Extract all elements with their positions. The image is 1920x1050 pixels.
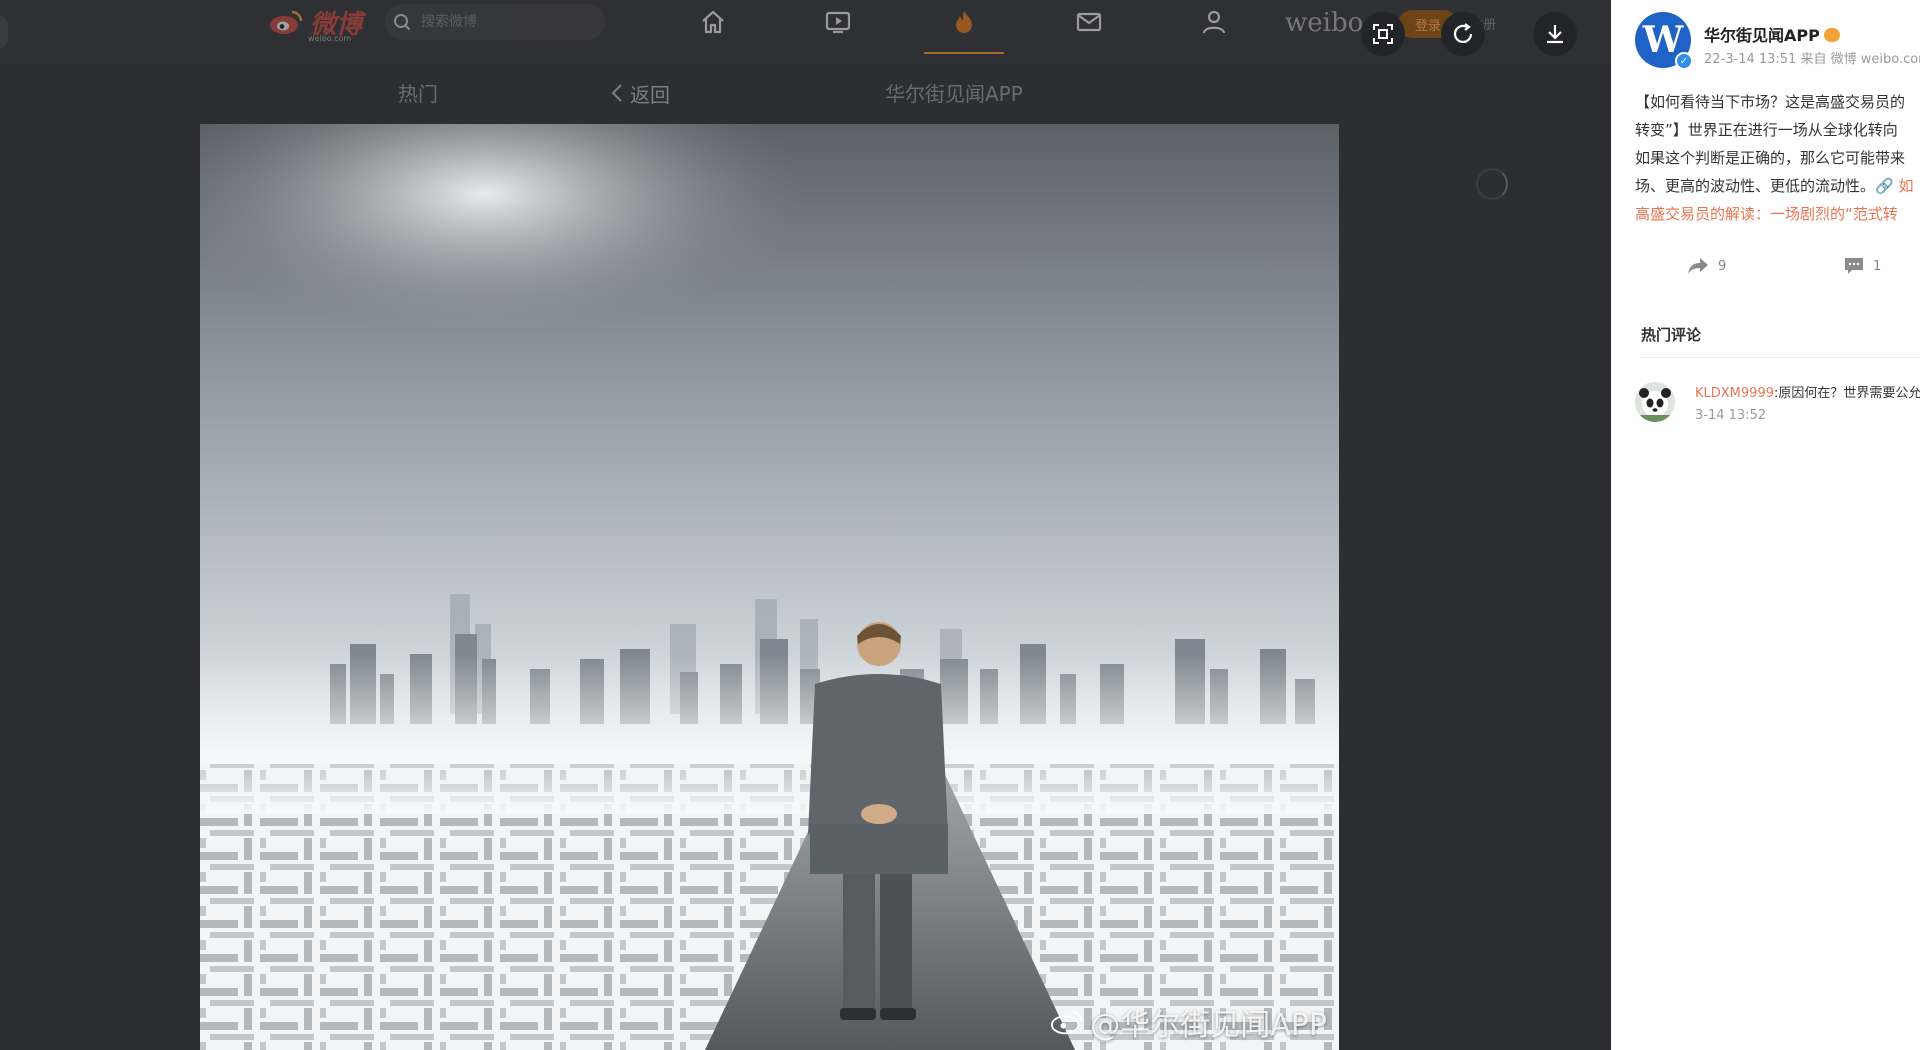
search-box[interactable]: [385, 4, 605, 40]
user-icon[interactable]: [1198, 6, 1230, 38]
post-line: 场、更高的波动性、更低的流动性。🔗 如: [1635, 172, 1920, 200]
post-line: 【如何看待当下市场？这是高盛交易员的: [1635, 93, 1906, 111]
member-badge-icon: [1823, 28, 1840, 42]
back-button[interactable]: 返回: [610, 78, 670, 108]
download-icon: [1547, 25, 1563, 44]
subnav-author[interactable]: 华尔街见闻APP: [885, 78, 1023, 108]
comment-time: 3-14 13:52: [1695, 408, 1767, 423]
weibo-watermark-icon: [1051, 1011, 1083, 1035]
post-inline-link[interactable]: 🔗 如: [1875, 177, 1913, 195]
image-viewer: 微博 weibo.com weibo 登录 注册: [0, 0, 1611, 1050]
post-detail-panel: W ✓ 华尔街见闻APP 22-3-14 13:51 来自 微博 weibo.c…: [1611, 0, 1920, 1050]
repost-icon: [1688, 258, 1708, 274]
comment-item: KLDXM9999:原因何在？世界需要公允 3-14 13:52: [1635, 378, 1920, 428]
chevron-left-icon: [611, 84, 622, 102]
verified-badge-icon: ✓: [1675, 52, 1693, 70]
home-icon[interactable]: [697, 6, 729, 38]
author-row: W ✓ 华尔街见闻APP 22-3-14 13:51 来自 微博 weibo.c…: [1635, 12, 1920, 72]
post-meta: 22-3-14 13:51 来自 微博 weibo.com: [1704, 52, 1920, 67]
subnav-hot[interactable]: 热门: [398, 78, 438, 108]
commenter-avatar[interactable]: [1635, 382, 1675, 422]
watermark-text: @华尔街见闻APP: [1090, 1008, 1327, 1043]
back-label: 返回: [630, 82, 670, 107]
divider: [1641, 357, 1920, 358]
rotate-icon: [1453, 23, 1473, 43]
weibo-wordmark: weibo: [1285, 8, 1364, 38]
fullscreen-icon: [1373, 24, 1393, 44]
author-name[interactable]: 华尔街见闻APP: [1704, 22, 1840, 46]
author-name-text: 华尔街见闻APP: [1704, 26, 1820, 45]
collapse-handle[interactable]: [0, 14, 8, 50]
post-link[interactable]: 高盛交易员的解读：一场剧烈的“范式转: [1635, 200, 1920, 228]
video-icon[interactable]: [822, 6, 854, 38]
weibo-eye-icon: [270, 10, 303, 34]
search-icon: [394, 14, 411, 31]
comment-icon: [1845, 258, 1863, 274]
hot-fire-icon[interactable]: [948, 6, 980, 38]
loading-spinner: [1476, 168, 1508, 200]
comment-line: KLDXM9999:原因何在？世界需要公允: [1695, 382, 1920, 401]
mail-icon[interactable]: [1073, 6, 1105, 38]
search-input[interactable]: [419, 13, 579, 31]
post-text: 【如何看待当下市场？这是高盛交易员的 转变”】世界正在进行一场从全球化转向 如果…: [1635, 88, 1920, 228]
panda-avatar-icon: [1635, 382, 1675, 422]
rotate-button[interactable]: [1441, 12, 1485, 56]
image-watermark: @华尔街见闻APP: [1050, 1000, 1327, 1044]
post-actions: 9 1: [1611, 256, 1920, 286]
commenter-name[interactable]: KLDXM9999: [1695, 386, 1774, 401]
repost-count: 9: [1718, 258, 1727, 274]
post-line-text: 场、更高的波动性、更低的流动性。: [1635, 177, 1876, 195]
maze-businessman-image: [200, 124, 1339, 1050]
hot-comments-title: 热门评论: [1641, 326, 1702, 344]
comment-button[interactable]: 1: [1843, 256, 1881, 276]
logo-subtext: weibo.com: [308, 34, 352, 43]
post-photo[interactable]: @华尔街见闻APP: [200, 124, 1339, 1050]
post-line: 转变”】世界正在进行一场从全球化转向: [1635, 121, 1898, 139]
fullscreen-button[interactable]: [1361, 12, 1405, 56]
post-line: 如果这个判断是正确的，那么它可能带来: [1635, 149, 1906, 167]
download-button[interactable]: [1533, 12, 1577, 56]
comment-text: :原因何在？世界需要公允: [1773, 386, 1920, 401]
comment-count: 1: [1873, 258, 1882, 274]
weibo-logo[interactable]: 微博 weibo.com: [268, 4, 362, 43]
repost-button[interactable]: 9: [1686, 256, 1726, 276]
active-tab-indicator: [924, 52, 1004, 54]
